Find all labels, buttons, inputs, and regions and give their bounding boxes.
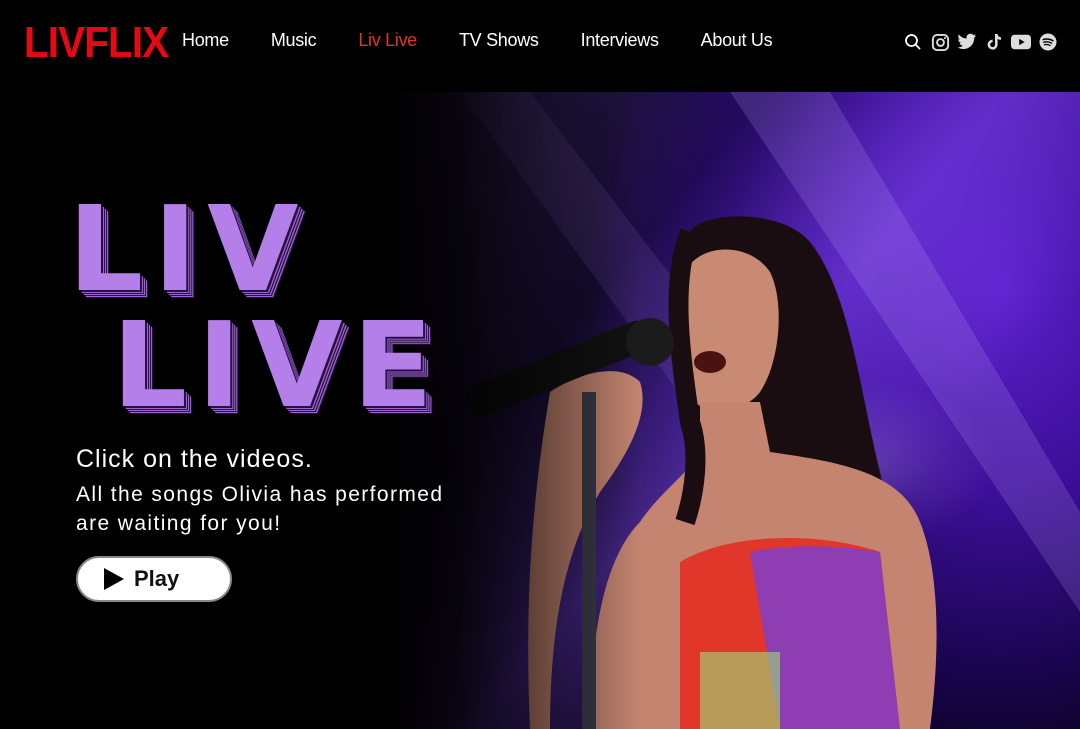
cta-heading: Click on the videos. [76, 445, 313, 473]
social-bar [903, 32, 1058, 52]
nav-item-liv-live[interactable]: Liv Live [358, 30, 417, 51]
play-button[interactable]: Play [76, 556, 232, 602]
main-nav: Home Music Liv Live TV Shows Interviews … [182, 30, 814, 51]
nav-item-music[interactable]: Music [271, 30, 317, 51]
hero-section: LIV LIVE Click on the videos. All the so… [0, 92, 1080, 729]
nav-item-about-us[interactable]: About Us [701, 30, 773, 51]
nav-item-home[interactable]: Home [182, 30, 229, 51]
livflix-logo[interactable]: LIVFLIX [24, 18, 169, 68]
cta-subtext: All the songs Olivia has performed are w… [76, 483, 444, 535]
nav-item-interviews[interactable]: Interviews [581, 30, 659, 51]
site-header: LIVFLIX Home Music Liv Live TV Shows Int… [0, 0, 1080, 92]
youtube-icon[interactable] [1011, 32, 1031, 52]
nav-item-tv-shows[interactable]: TV Shows [459, 30, 539, 51]
hero-title-line2: LIVE [112, 296, 444, 434]
tiktok-icon[interactable] [984, 32, 1004, 52]
play-icon [104, 568, 124, 590]
spotify-icon[interactable] [1038, 32, 1058, 52]
play-button-label: Play [134, 566, 180, 591]
instagram-icon[interactable] [930, 32, 950, 52]
twitter-icon[interactable] [957, 32, 977, 52]
search-icon[interactable] [903, 32, 923, 52]
